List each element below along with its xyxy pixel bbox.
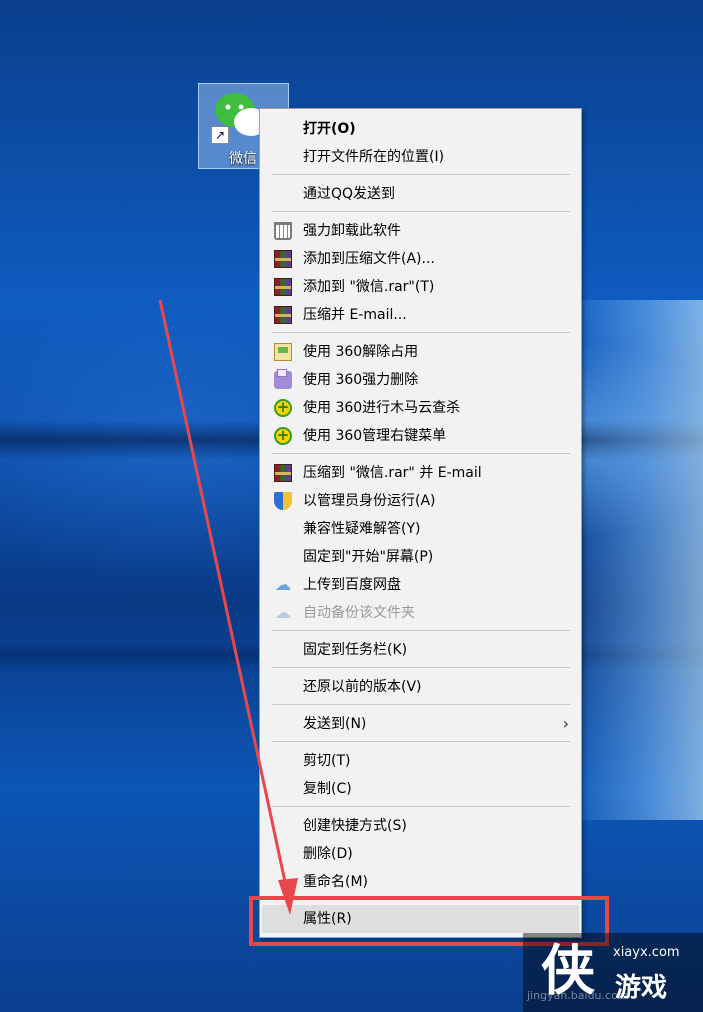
menu-item-label: 强力卸载此软件 [303, 223, 401, 239]
menu-item-label: 使用 360进行木马云查杀 [303, 400, 461, 416]
shortcut-arrow-icon: ↗ [211, 126, 229, 144]
menu-item-label: 剪切(T) [303, 753, 351, 769]
menu-item-auto-backup-folder: ☁ 自动备份该文件夹 [262, 599, 579, 627]
menu-item-cut[interactable]: 剪切(T) [262, 747, 579, 775]
menu-separator [272, 453, 570, 454]
menu-item-add-to-archive[interactable]: 添加到压缩文件(A)... [262, 245, 579, 273]
menu-item-open[interactable]: 打开(O) [262, 115, 579, 143]
shredder-360-icon [274, 369, 292, 389]
menu-item-pin-to-taskbar[interactable]: 固定到任务栏(K) [262, 636, 579, 664]
baidu-cloud-icon: ☁ [275, 603, 291, 622]
winrar-icon [274, 250, 292, 268]
menu-item-upload-baidu[interactable]: ☁ 上传到百度网盘 [262, 571, 579, 599]
menu-item-360-unlock[interactable]: 使用 360解除占用 [262, 338, 579, 366]
menu-item-pin-to-start[interactable]: 固定到"开始"屏幕(P) [262, 543, 579, 571]
menu-item-label: 压缩到 "微信.rar" 并 E-mail [303, 465, 482, 481]
menu-separator [272, 667, 570, 668]
menu-item-troubleshoot-compatibility[interactable]: 兼容性疑难解答(Y) [262, 515, 579, 543]
watermark-site: xiayx.com [613, 945, 680, 960]
chevron-right-icon: › [562, 714, 569, 733]
menu-item-label: 复制(C) [303, 781, 352, 797]
winrar-icon [274, 306, 292, 324]
menu-separator [272, 332, 570, 333]
menu-item-label: 使用 360管理右键菜单 [303, 428, 447, 444]
baidu-cloud-icon: ☁ [275, 575, 291, 594]
menu-separator [272, 630, 570, 631]
menu-item-label: 固定到"开始"屏幕(P) [303, 549, 434, 565]
menu-item-label: 使用 360解除占用 [303, 344, 419, 360]
context-menu: 打开(O) 打开文件所在的位置(I) 通过QQ发送到 强力卸载此软件 添加到压缩… [259, 108, 582, 938]
trash-icon [274, 222, 292, 240]
menu-item-run-as-admin[interactable]: 以管理员身份运行(A) [262, 487, 579, 515]
menu-item-label: 删除(D) [303, 846, 353, 862]
menu-separator [272, 806, 570, 807]
menu-item-label: 打开文件所在的位置(I) [303, 149, 445, 165]
menu-item-label: 打开(O) [303, 121, 356, 137]
menu-item-label: 自动备份该文件夹 [303, 605, 415, 621]
menu-item-360-manage-context-menu[interactable]: + 使用 360管理右键菜单 [262, 422, 579, 450]
uac-shield-icon [274, 492, 292, 510]
menu-item-label: 通过QQ发送到 [303, 186, 396, 202]
winrar-icon [274, 464, 292, 482]
menu-item-copy[interactable]: 复制(C) [262, 775, 579, 803]
watermark-brand: 游戏 [615, 973, 668, 1003]
menu-item-open-file-location[interactable]: 打开文件所在的位置(I) [262, 143, 579, 171]
menu-item-label: 兼容性疑难解答(Y) [303, 521, 421, 537]
menu-item-label: 使用 360强力删除 [303, 372, 419, 388]
plus-360-icon: + [274, 427, 292, 445]
menu-item-force-uninstall[interactable]: 强力卸载此软件 [262, 217, 579, 245]
watermark-logo: 侠 [541, 939, 595, 1002]
menu-item-rename[interactable]: 重命名(M) [262, 868, 579, 896]
winrar-icon [274, 278, 292, 296]
desktop-icon-label: 微信 [229, 151, 257, 167]
menu-item-send-via-qq[interactable]: 通过QQ发送到 [262, 180, 579, 208]
menu-separator [272, 741, 570, 742]
menu-item-compress-and-email[interactable]: 压缩并 E-mail... [262, 301, 579, 329]
menu-item-label: 压缩并 E-mail... [303, 307, 407, 323]
menu-item-create-shortcut[interactable]: 创建快捷方式(S) [262, 812, 579, 840]
menu-item-compress-rar-and-email[interactable]: 压缩到 "微信.rar" 并 E-mail [262, 459, 579, 487]
menu-item-label: 发送到(N) [303, 716, 367, 732]
menu-item-label: 以管理员身份运行(A) [303, 493, 436, 509]
menu-item-delete[interactable]: 删除(D) [262, 840, 579, 868]
menu-item-label: 上传到百度网盘 [303, 577, 401, 593]
plus-360-icon: + [274, 399, 292, 417]
menu-separator [272, 704, 570, 705]
menu-item-restore-previous-versions[interactable]: 还原以前的版本(V) [262, 673, 579, 701]
menu-item-label: 重命名(M) [303, 874, 369, 890]
menu-item-send-to[interactable]: 发送到(N) › [262, 710, 579, 738]
menu-separator [272, 174, 570, 175]
menu-item-360-trojan-scan[interactable]: + 使用 360进行木马云查杀 [262, 394, 579, 422]
menu-item-label: 添加到 "微信.rar"(T) [303, 279, 435, 295]
unlock-360-icon [274, 343, 292, 361]
menu-item-label: 固定到任务栏(K) [303, 642, 408, 658]
watermark: jingyan.baidu.com 侠 xiayx.com 游戏 [523, 933, 703, 1012]
menu-item-label: 创建快捷方式(S) [303, 818, 407, 834]
menu-separator [272, 211, 570, 212]
menu-item-label: 添加到压缩文件(A)... [303, 251, 435, 267]
menu-item-add-to-rar[interactable]: 添加到 "微信.rar"(T) [262, 273, 579, 301]
menu-item-360-force-delete[interactable]: 使用 360强力删除 [262, 366, 579, 394]
menu-item-label: 还原以前的版本(V) [303, 679, 422, 695]
